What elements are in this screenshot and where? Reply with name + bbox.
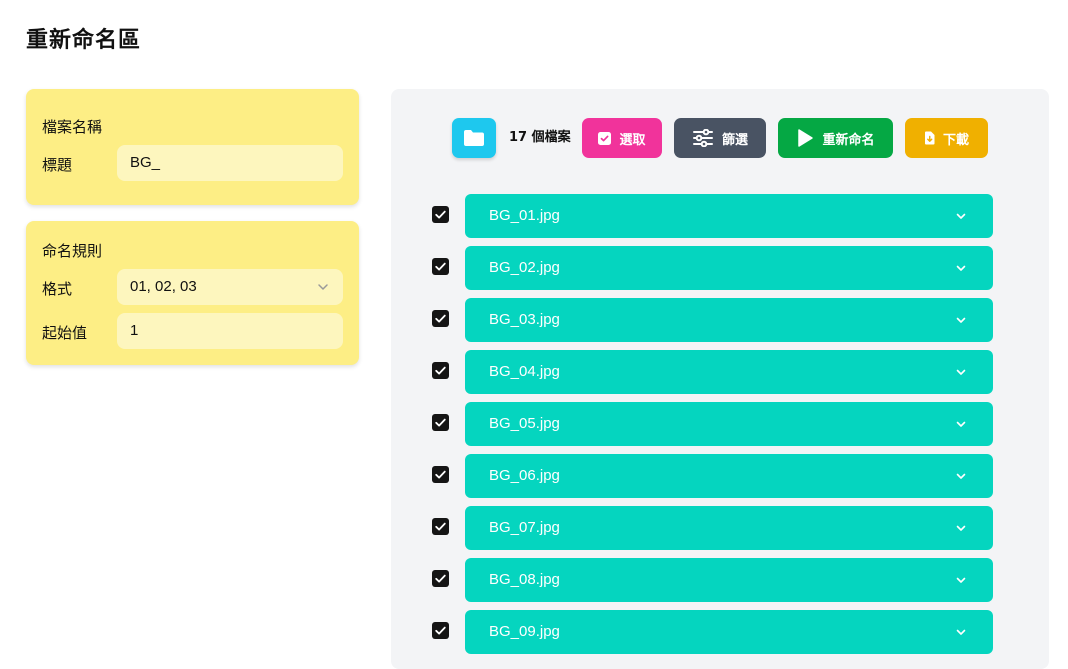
naming-rule-card-title: 命名規則: [42, 242, 103, 260]
select-button-label: 選取: [619, 132, 646, 148]
file-download-icon: [924, 131, 935, 145]
download-button[interactable]: 下載: [905, 118, 988, 158]
filter-button-label: 篩選: [721, 132, 748, 148]
file-item[interactable]: BG_01.jpg: [465, 194, 993, 238]
file-checkbox[interactable]: [432, 570, 449, 587]
checkmark-icon: [435, 210, 446, 219]
checkmark-icon: [435, 574, 446, 583]
file-checkbox[interactable]: [432, 258, 449, 275]
file-row: BG_06.jpg: [391, 454, 1049, 498]
file-name: BG_07.jpg: [489, 519, 560, 536]
checkmark-icon: [435, 522, 446, 531]
format-select[interactable]: 01, 02, 03: [117, 269, 343, 305]
title-input[interactable]: BG_: [117, 145, 343, 181]
file-item[interactable]: BG_08.jpg: [465, 558, 993, 602]
sliders-icon: [692, 129, 713, 147]
file-name: BG_05.jpg: [489, 415, 560, 432]
checkmark-icon: [435, 418, 446, 427]
file-item[interactable]: BG_05.jpg: [465, 402, 993, 446]
file-row: BG_07.jpg: [391, 506, 1049, 550]
file-name-card-title: 檔案名稱: [42, 118, 103, 136]
file-row: BG_04.jpg: [391, 350, 1049, 394]
file-checkbox[interactable]: [432, 518, 449, 535]
filter-button[interactable]: 篩選: [674, 118, 766, 158]
chevron-down-icon[interactable]: [955, 522, 967, 534]
checkmark-icon: [435, 366, 446, 375]
check-square-icon: [598, 131, 612, 145]
chevron-down-icon[interactable]: [955, 314, 967, 326]
file-row: BG_03.jpg: [391, 298, 1049, 342]
file-row: BG_02.jpg: [391, 246, 1049, 290]
chevron-down-icon[interactable]: [955, 470, 967, 482]
file-name: BG_02.jpg: [489, 259, 560, 276]
checkmark-icon: [435, 470, 446, 479]
checkmark-icon: [435, 262, 446, 271]
file-item[interactable]: BG_04.jpg: [465, 350, 993, 394]
naming-rule-card: 命名規則 格式 01, 02, 03 起始值 1: [26, 221, 359, 365]
rename-button[interactable]: 重新命名: [778, 118, 893, 158]
chevron-down-icon[interactable]: [955, 626, 967, 638]
download-button-label: 下載: [942, 132, 969, 148]
checkmark-icon: [435, 626, 446, 635]
file-list-panel: 17 個檔案 選取 篩選 重新命名 下載 BG_01.jpg BG_02.jpg…: [391, 89, 1049, 669]
folder-icon: [464, 130, 484, 146]
file-name-card: 檔案名稱 標題 BG_: [26, 89, 359, 205]
chevron-down-icon[interactable]: [955, 574, 967, 586]
chevron-down-icon[interactable]: [955, 366, 967, 378]
file-item[interactable]: BG_02.jpg: [465, 246, 993, 290]
file-name: BG_01.jpg: [489, 207, 560, 224]
file-name: BG_04.jpg: [489, 363, 560, 380]
file-row: BG_08.jpg: [391, 558, 1049, 602]
file-item[interactable]: BG_03.jpg: [465, 298, 993, 342]
file-name: BG_06.jpg: [489, 467, 560, 484]
chevron-down-icon[interactable]: [955, 418, 967, 430]
file-name: BG_09.jpg: [489, 623, 560, 640]
file-item[interactable]: BG_07.jpg: [465, 506, 993, 550]
checkmark-icon: [435, 314, 446, 323]
file-checkbox[interactable]: [432, 466, 449, 483]
chevron-down-icon[interactable]: [955, 210, 967, 222]
chevron-down-icon: [318, 284, 328, 290]
file-count: 17 個檔案: [509, 130, 571, 145]
file-item[interactable]: BG_06.jpg: [465, 454, 993, 498]
open-folder-button[interactable]: [452, 118, 496, 158]
rename-button-label: 重新命名: [822, 132, 875, 148]
page-title: 重新命名區: [26, 28, 142, 53]
file-row: BG_05.jpg: [391, 402, 1049, 446]
file-checkbox[interactable]: [432, 622, 449, 639]
play-icon: [798, 129, 814, 147]
file-checkbox[interactable]: [432, 310, 449, 327]
format-label: 格式: [42, 280, 73, 298]
file-name: BG_03.jpg: [489, 311, 560, 328]
file-checkbox[interactable]: [432, 414, 449, 431]
file-item[interactable]: BG_09.jpg: [465, 610, 993, 654]
file-row: BG_01.jpg: [391, 194, 1049, 238]
file-checkbox[interactable]: [432, 206, 449, 223]
file-name: BG_08.jpg: [489, 571, 560, 588]
file-row: BG_09.jpg: [391, 610, 1049, 654]
select-button[interactable]: 選取: [582, 118, 662, 158]
start-value-input[interactable]: 1: [117, 313, 343, 349]
chevron-down-icon[interactable]: [955, 262, 967, 274]
format-select-value: 01, 02, 03: [130, 278, 197, 295]
title-label: 標題: [42, 156, 73, 174]
file-checkbox[interactable]: [432, 362, 449, 379]
start-value-label: 起始值: [42, 324, 88, 342]
